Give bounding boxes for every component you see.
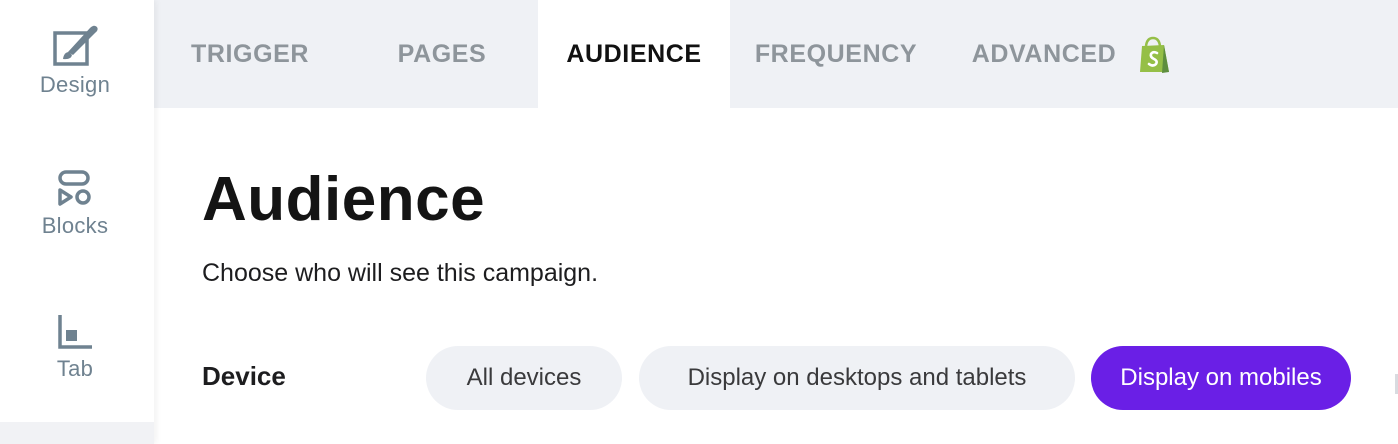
device-option-label: Display on desktops and tablets [687, 364, 1027, 391]
tab-label: ADVANCED [971, 39, 1117, 68]
tab-label: FREQUENCY [754, 39, 918, 68]
device-option-desktops-tablets[interactable]: Display on desktops and tablets [639, 346, 1075, 410]
sidebar-footer [0, 422, 154, 444]
device-option-all[interactable]: All devices [426, 346, 622, 410]
tab-audience[interactable]: AUDIENCE [538, 0, 730, 108]
sidebar: Design Blocks Tab [0, 0, 154, 444]
tab-label: AUDIENCE [566, 39, 702, 68]
sidebar-item-label: Design [39, 72, 111, 97]
blocks-icon [58, 170, 91, 206]
design-brush-icon [53, 25, 98, 66]
sidebar-item-label: Tab [56, 356, 94, 381]
device-option-label: Display on mobiles [1120, 364, 1322, 391]
sidebar-item-label: Blocks [41, 213, 109, 238]
tab-label: TRIGGER [190, 39, 310, 68]
page-title: Audience [202, 165, 486, 234]
tab-label: PAGES [397, 39, 487, 68]
tab-pages[interactable]: PAGES [346, 0, 538, 108]
tab-icon [58, 315, 92, 349]
sidebar-item-design[interactable]: Design [0, 22, 150, 98]
page-subtitle: Choose who will see this campaign. [202, 259, 599, 287]
tab-trigger[interactable]: TRIGGER [154, 0, 346, 108]
device-option-label: All devices [466, 364, 582, 391]
shopify-bag-icon [1140, 36, 1169, 73]
device-option-mobiles[interactable]: Display on mobiles [1091, 346, 1351, 410]
tab-frequency[interactable]: FREQUENCY [730, 0, 942, 108]
audience-panel: Audience Choose who will see this campai… [154, 108, 1398, 444]
sidebar-item-blocks[interactable]: Blocks [0, 169, 150, 239]
sidebar-item-tab[interactable]: Tab [0, 312, 150, 382]
device-label: Device [202, 361, 286, 391]
settings-tabs: TRIGGER PAGES AUDIENCE FREQUENCY ADVANCE… [154, 0, 1398, 108]
tab-advanced[interactable]: ADVANCED [954, 0, 1134, 108]
